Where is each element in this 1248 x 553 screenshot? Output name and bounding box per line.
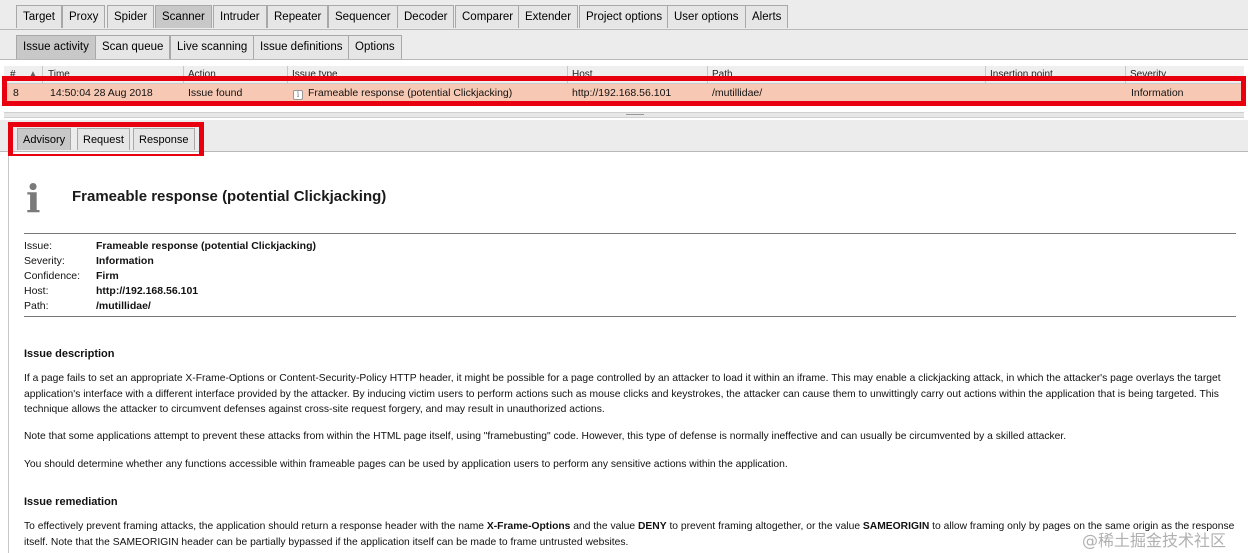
row-issue-type-label: Frameable response (potential Clickjacki… [308,87,513,99]
issue-remediation-paragraph: To effectively prevent framing attacks, … [24,521,1235,548]
header-name-x-frame-options: X-Frame-Options [486,521,571,532]
issue-description-heading: Issue description [24,348,115,360]
tab-scanner[interactable]: Scanner [155,5,212,28]
tab-options[interactable]: Options [348,35,402,59]
row-host: http://192.168.56.101 [572,87,672,99]
tab-project-options[interactable]: Project options [579,5,670,28]
issue-description-paragraph: If a page fails to set an appropriate X-… [24,373,1221,415]
detail-key-issue: Issue: [24,240,53,252]
row-issue-type: i Frameable response (potential Clickjack… [293,87,512,100]
value-sameorigin: SAMEORIGIN [862,521,930,532]
issue-description-paragraph: You should determine whether any functio… [24,459,788,470]
sort-ascending-icon[interactable]: ▲ [28,69,38,80]
tab-user-options[interactable]: User options [667,5,746,28]
col-header-time[interactable]: Time [48,69,70,80]
tab-sequencer[interactable]: Sequencer [328,5,398,28]
row-time: 14:50:04 28 Aug 2018 [50,87,153,99]
col-header-path[interactable]: Path [712,69,733,80]
tab-advisory[interactable]: Advisory [17,128,72,150]
splitter-grip-icon[interactable] [626,114,644,116]
pane-splitter[interactable] [4,112,1244,118]
tab-live-scanning[interactable]: Live scanning [170,35,255,59]
issue-table: # ▲ Time Action Issue type Host Path Ins… [0,62,1248,118]
issue-remediation-heading: Issue remediation [24,496,118,508]
tab-proxy[interactable]: Proxy [62,5,106,28]
row-number: 8 [13,87,19,99]
col-header-number[interactable]: # [10,69,16,80]
message-tab-bar: Advisory Request Response [0,120,1248,152]
row-action: Issue found [188,87,243,99]
watermark: @稀土掘金技术社区 [1082,531,1227,550]
tab-alerts[interactable]: Alerts [745,5,789,28]
advisory-panel [8,156,1248,553]
tab-intruder[interactable]: Intruder [213,5,267,28]
tab-request[interactable]: Request [77,128,130,150]
main-tab-bar: Target Proxy Spider Scanner Intruder Rep… [0,0,1248,30]
detail-value-issue: Frameable response (potential Clickjacki… [96,240,316,252]
tab-extender[interactable]: Extender [518,5,579,28]
col-header-action[interactable]: Action [188,69,216,80]
detail-value-path: /mutillidae/ [96,300,151,312]
col-header-host[interactable]: Host [572,69,593,80]
table-row[interactable]: 8 14:50:04 28 Aug 2018 Issue found i Fram… [4,84,1244,103]
detail-value-confidence: Firm [96,270,119,282]
tab-spider[interactable]: Spider [107,5,155,28]
col-header-issue-type[interactable]: Issue type [292,69,338,80]
divider [24,233,1236,234]
tab-issue-activity[interactable]: Issue activity [16,35,96,59]
tab-issue-definitions[interactable]: Issue definitions [253,35,350,59]
detail-value-host: http://192.168.56.101 [96,285,199,297]
info-icon: i [293,90,303,100]
advisory-title: Frameable response (potential Clickjacki… [72,188,387,205]
detail-key-severity: Severity: [24,255,65,267]
value-deny: DENY [637,521,667,532]
tab-decoder[interactable]: Decoder [397,5,455,28]
detail-key-host: Host: [24,285,49,297]
detail-key-confidence: Confidence: [24,270,81,282]
tab-scan-queue[interactable]: Scan queue [95,35,171,59]
table-header: # ▲ Time Action Issue type Host Path Ins… [4,66,1244,84]
detail-key-path: Path: [24,300,49,312]
tab-response[interactable]: Response [133,128,195,150]
row-severity: Information [1131,87,1184,99]
detail-value-severity: Information [96,255,154,267]
scanner-tab-bar: Issue activity Scan queue Live scanning … [0,30,1248,60]
row-path: /mutillidae/ [712,87,763,99]
divider [24,316,1236,317]
information-icon: i [26,176,41,221]
tab-target[interactable]: Target [16,5,62,28]
col-header-severity[interactable]: Severity [1130,69,1166,80]
col-header-insertion-point[interactable]: Insertion point [990,69,1053,80]
tab-comparer[interactable]: Comparer [455,5,521,28]
issue-description-paragraph: Note that some applications attempt to p… [24,431,1067,442]
tab-repeater[interactable]: Repeater [267,5,329,28]
